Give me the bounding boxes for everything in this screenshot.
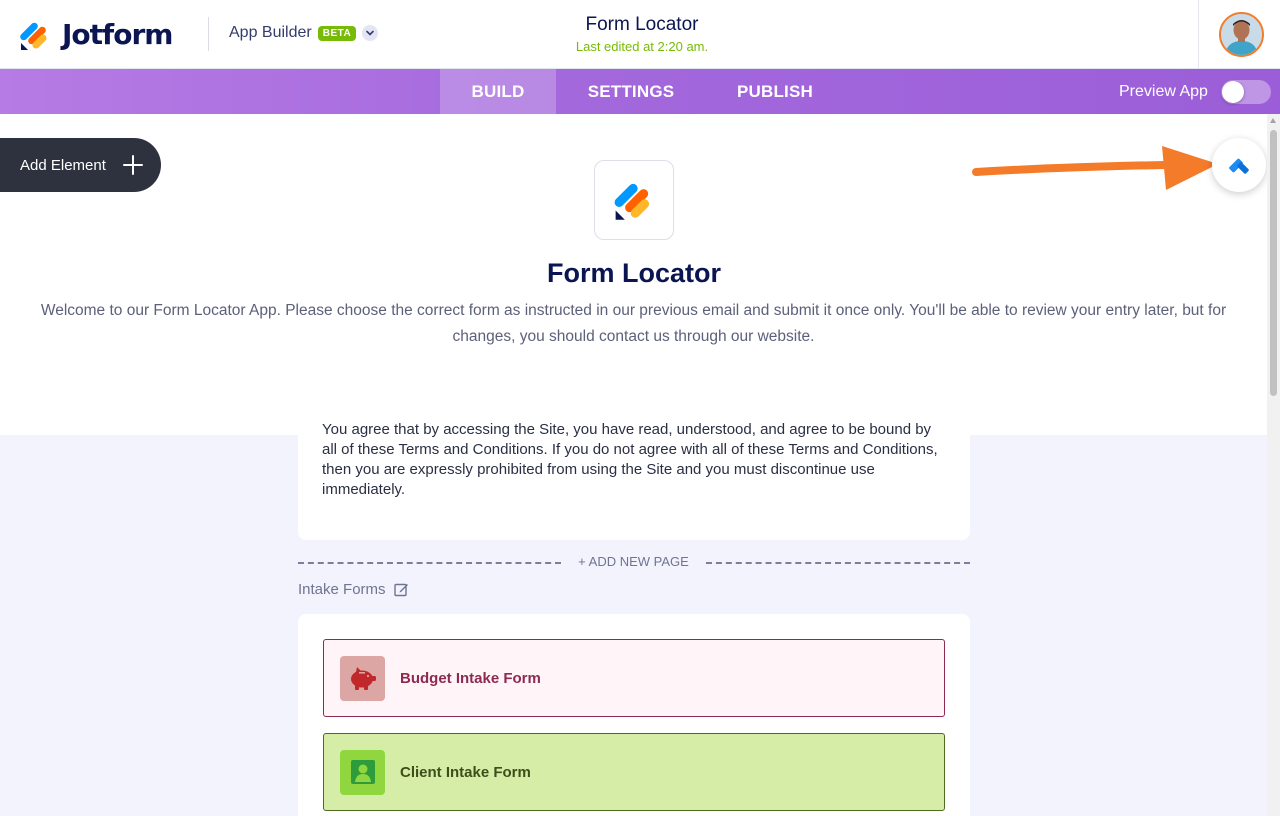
app-description[interactable]: Welcome to our Form Locator App. Please … [30, 298, 1237, 350]
app-builder-window: Jotform App Builder BETA Form Locator La… [0, 0, 1280, 816]
last-edited-status: Last edited at 2:20 am. [575, 39, 709, 54]
tab-build[interactable]: BUILD [440, 69, 556, 114]
terms-text: You agree that by accessing the Site, yo… [322, 421, 938, 498]
top-bar: Jotform App Builder BETA Form Locator La… [0, 0, 1280, 69]
page-title-intake-forms: Intake Forms [298, 581, 409, 598]
divider-right [706, 562, 970, 564]
app-builder-label: App Builder [229, 24, 312, 41]
header-divider [208, 17, 209, 51]
builder-canvas: Add Element Form Locator Welcome to our … [0, 114, 1267, 816]
brand-name: Jotform [62, 18, 173, 51]
account-area [1198, 0, 1280, 69]
chevron-down-icon[interactable] [362, 25, 379, 41]
paintbrush-icon [1229, 158, 1249, 174]
scroll-up-arrow-icon[interactable] [1270, 118, 1276, 123]
terms-card[interactable]: You agree that by accessing the Site, yo… [298, 406, 970, 540]
tab-settings[interactable]: SETTINGS [566, 69, 696, 114]
jotform-app-icon [614, 183, 650, 220]
page-name: Intake Forms [298, 581, 386, 598]
plus-icon [123, 155, 143, 175]
form-item-client[interactable]: Client Intake Form [323, 733, 945, 811]
builder-nav-bar: BUILD SETTINGS PUBLISH Preview App [0, 69, 1280, 114]
toggle-knob [1222, 81, 1244, 103]
forms-list-card: Budget Intake Form Client Intake Form [298, 614, 970, 816]
form-item-budget[interactable]: Budget Intake Form [323, 639, 945, 717]
preview-app-toggle[interactable] [1221, 80, 1271, 104]
scrollbar-thumb[interactable] [1270, 130, 1277, 396]
orange-arrow-annotation [972, 146, 1218, 190]
add-new-page-divider: + ADD NEW PAGE [298, 552, 970, 572]
jotform-logo-icon [20, 22, 47, 50]
avatar[interactable] [1219, 12, 1264, 57]
tab-publish[interactable]: PUBLISH [712, 69, 838, 114]
add-element-button[interactable]: Add Element [0, 138, 161, 192]
app-icon[interactable] [594, 160, 674, 240]
vertical-scrollbar[interactable] [1267, 114, 1280, 816]
app-title-block: Form Locator Last edited at 2:20 am. [442, 14, 842, 54]
add-element-label: Add Element [20, 156, 106, 174]
jotform-logo[interactable]: Jotform [20, 18, 173, 51]
form-label: Budget Intake Form [400, 669, 541, 687]
beta-badge: BETA [317, 25, 357, 41]
preview-app-label: Preview App [1119, 83, 1208, 100]
app-title[interactable]: Form Locator [442, 14, 842, 36]
user-icon [340, 749, 385, 795]
divider-left [298, 562, 561, 564]
piggy-bank-icon [340, 655, 385, 701]
app-builder-menu[interactable]: App Builder BETA [229, 24, 379, 42]
app-name-heading[interactable]: Form Locator [334, 258, 934, 289]
add-new-page-button[interactable]: + ADD NEW PAGE [561, 554, 706, 569]
app-designer-button[interactable] [1212, 138, 1266, 192]
form-label: Client Intake Form [400, 763, 531, 781]
edit-icon[interactable] [393, 582, 409, 597]
